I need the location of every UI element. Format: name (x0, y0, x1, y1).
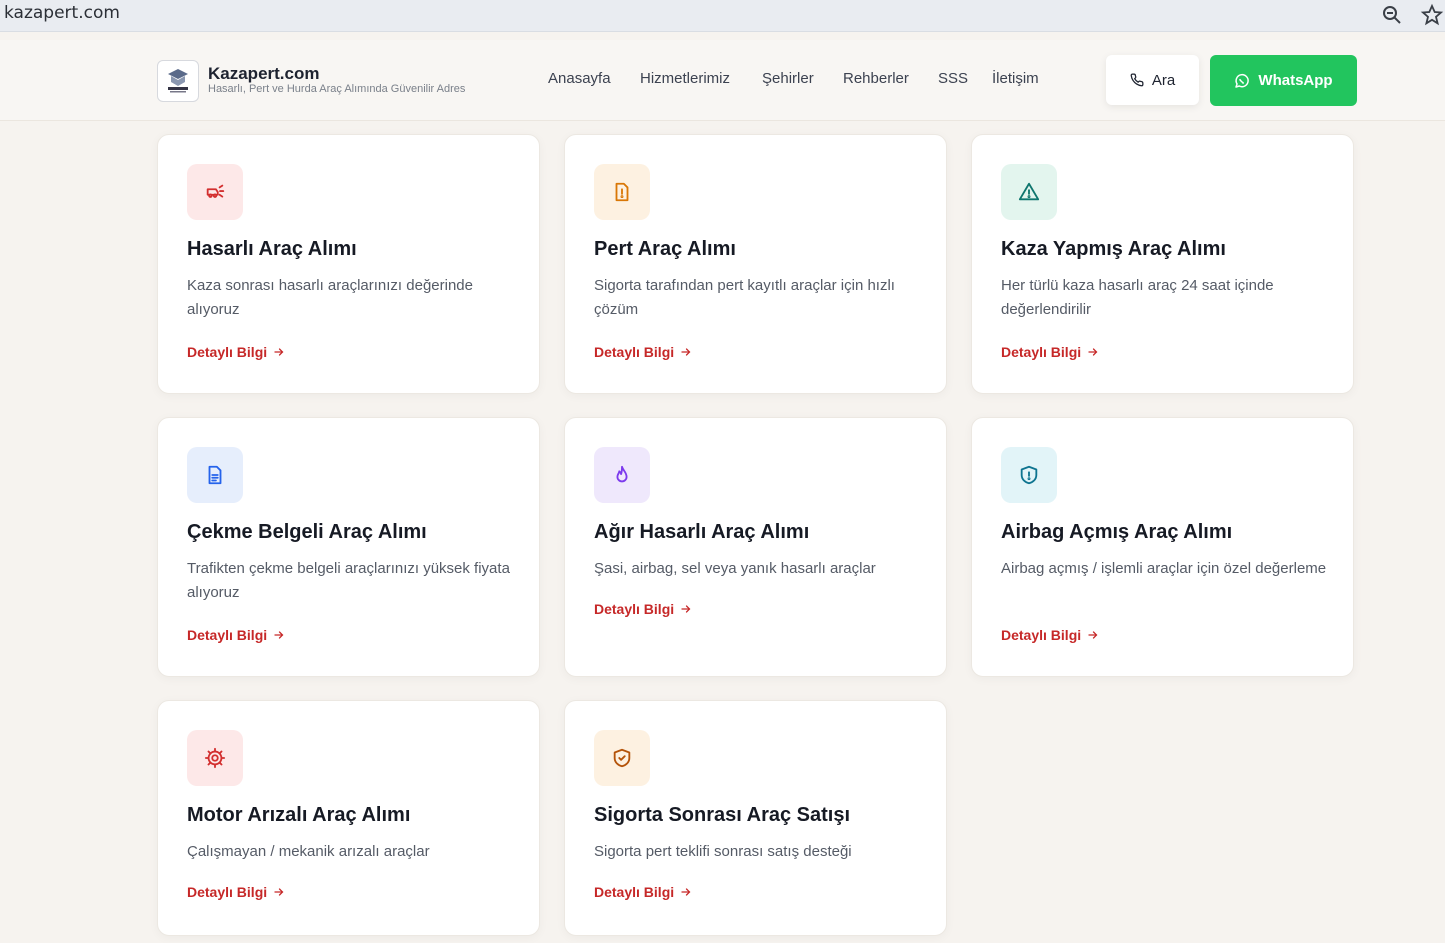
nav-sehirler[interactable]: Şehirler (762, 70, 814, 87)
service-card[interactable]: Airbag Açmış Araç Alımı Airbag açmış / iş… (971, 417, 1354, 677)
gear-icon (204, 747, 226, 769)
details-link[interactable]: Detaylı Bilgi (1001, 627, 1099, 643)
arrow-right-icon (681, 348, 691, 356)
arrow-right-icon (274, 888, 284, 896)
service-card[interactable]: Çekme Belgeli Araç Alımı Trafikten çekme … (157, 417, 540, 677)
card-title: Airbag Açmış Araç Alımı (1001, 521, 1233, 543)
browser-address-bar[interactable]: kazapert.com (0, 0, 1445, 32)
logo[interactable] (157, 60, 199, 102)
nav-rehberler[interactable]: Rehberler (843, 70, 909, 87)
nav-iletisim[interactable]: İletişim (992, 70, 1039, 87)
details-link[interactable]: Detaylı Bilgi (187, 627, 285, 643)
card-description: Sigorta pert teklifi sonrası satış deste… (594, 843, 852, 860)
details-link-label: Detaylı Bilgi (187, 884, 268, 900)
service-card[interactable]: Motor Arızalı Araç Alımı Çalışmayan / mek… (157, 700, 540, 936)
card-icon-box (187, 447, 243, 503)
details-link-label: Detaylı Bilgi (594, 884, 675, 900)
whatsapp-icon (1235, 73, 1250, 88)
arrow-right-icon (681, 888, 691, 896)
details-link[interactable]: Detaylı Bilgi (187, 884, 285, 900)
phone-icon (1130, 73, 1144, 87)
call-button-label: Ara (1151, 71, 1176, 89)
zoom-icon[interactable] (1380, 3, 1404, 27)
card-title: Çekme Belgeli Araç Alımı (187, 521, 427, 543)
url-text[interactable]: kazapert.com (4, 3, 120, 23)
brand-tagline: Hasarlı, Pert ve Hurda Araç Alımında Güv… (208, 83, 466, 95)
arrow-right-icon (274, 631, 284, 639)
card-icon-box (187, 730, 243, 786)
service-card[interactable]: Hasarlı Araç Alımı Kaza sonrası hasarlı a… (157, 134, 540, 394)
car-crash-icon (206, 184, 225, 198)
details-link-label: Detaylı Bilgi (594, 344, 675, 360)
card-title: Kaza Yapmış Araç Alımı (1001, 238, 1226, 260)
card-description: Çalışmayan / mekanik arızalı araçlar (187, 843, 430, 860)
details-link-label: Detaylı Bilgi (1001, 344, 1082, 360)
details-link[interactable]: Detaylı Bilgi (594, 884, 692, 900)
card-icon-box (594, 730, 650, 786)
card-title: Motor Arızalı Araç Alımı (187, 804, 411, 826)
nav-anasayfa[interactable]: Anasayfa (548, 70, 611, 87)
card-title: Sigorta Sonrası Araç Satışı (594, 804, 851, 826)
card-description: Her türlü kaza hasarlı araç 24 saat için… (1001, 277, 1274, 318)
service-card[interactable]: Kaza Yapmış Araç Alımı Her türlü kaza has… (971, 134, 1354, 394)
card-description: Airbag açmış / işlemli araçlar için özel… (1001, 560, 1327, 577)
arrow-right-icon (681, 605, 691, 613)
whatsapp-button-label: WhatsApp (1258, 72, 1333, 89)
details-link[interactable]: Detaylı Bilgi (1001, 344, 1099, 360)
arrow-right-icon (274, 348, 284, 356)
shield-check-icon (613, 748, 631, 768)
logo-emblem-icon (168, 69, 188, 93)
details-link-label: Detaylı Bilgi (1001, 627, 1082, 643)
arrow-right-icon (1088, 631, 1098, 639)
card-icon-box (1001, 164, 1057, 220)
details-link[interactable]: Detaylı Bilgi (594, 601, 692, 617)
shield-alert-icon (1020, 465, 1038, 485)
site-header: Kazapert.com Hasarlı, Pert ve Hurda Araç… (0, 40, 1445, 121)
warning-triangle-icon (1018, 182, 1040, 201)
file-alert-icon (615, 182, 629, 202)
details-link-label: Detaylı Bilgi (187, 627, 268, 643)
card-title: Pert Araç Alımı (594, 238, 736, 260)
service-card[interactable]: Sigorta Sonrası Araç Satışı Sigorta pert … (564, 700, 947, 936)
card-description: Şasi, airbag, sel veya yanık hasarlı ara… (594, 560, 876, 577)
card-description: Trafikten çekme belgeli araçlarınızı yük… (187, 560, 510, 601)
card-icon-box (594, 447, 650, 503)
card-icon-box (187, 164, 243, 220)
card-icon-box (1001, 447, 1057, 503)
card-description: Kaza sonrası hasarlı araçlarınızı değeri… (187, 277, 473, 318)
star-icon[interactable] (1420, 3, 1444, 27)
card-icon-box (594, 164, 650, 220)
card-description: Sigorta tarafından pert kayıtlı araçlar … (594, 277, 895, 318)
details-link-label: Detaylı Bilgi (187, 344, 268, 360)
call-button[interactable]: Ara (1106, 55, 1199, 105)
nav-sss[interactable]: SSS (938, 70, 968, 87)
flame-icon (616, 465, 628, 483)
card-title: Ağır Hasarlı Araç Alımı (594, 521, 810, 543)
details-link[interactable]: Detaylı Bilgi (187, 344, 285, 360)
document-icon (208, 465, 222, 485)
whatsapp-button[interactable]: WhatsApp (1210, 55, 1357, 106)
brand-name[interactable]: Kazapert.com (208, 64, 319, 84)
details-link-label: Detaylı Bilgi (594, 601, 675, 617)
arrow-right-icon (1088, 348, 1098, 356)
details-link[interactable]: Detaylı Bilgi (594, 344, 692, 360)
nav-hizmetlerimiz[interactable]: Hizmetlerimiz (640, 70, 730, 87)
service-card[interactable]: Pert Araç Alımı Sigorta tarafından pert k… (564, 134, 947, 394)
service-card[interactable]: Ağır Hasarlı Araç Alımı Şasi, airbag, sel… (564, 417, 947, 677)
card-title: Hasarlı Araç Alımı (187, 238, 357, 260)
